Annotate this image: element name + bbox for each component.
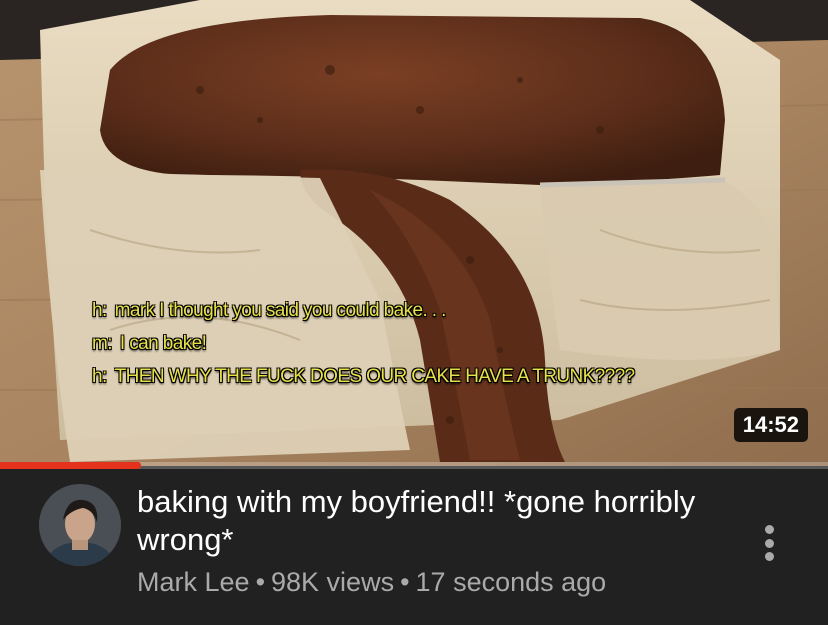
video-metadata: Mark Lee • 98K views • 17 seconds ago — [137, 567, 606, 598]
meta-separator: • — [255, 567, 266, 597]
caption-overlay: h: mark I thought you said you could bake… — [0, 0, 828, 466]
video-title[interactable]: baking with my boyfriend!! *gone horribl… — [137, 483, 697, 559]
duration-badge: 14:52 — [733, 408, 808, 442]
caption-line-1: h: mark I thought you said you could bake… — [92, 300, 446, 322]
caption-line-3: h: THEN WHY THE FUCK DOES OUR CAKE HAVE A… — [92, 366, 635, 388]
video-info[interactable]: baking with my boyfriend!! *gone horribl… — [0, 469, 828, 625]
watch-progress-fill — [0, 462, 141, 469]
caption-line-2: m: I can bake! — [92, 333, 207, 355]
channel-name[interactable]: Mark Lee — [137, 567, 250, 597]
caption-text: mark I thought you said you could bake. … — [114, 300, 447, 321]
upload-age: 17 seconds ago — [415, 567, 607, 597]
more-vert-icon[interactable] — [752, 521, 786, 565]
meta-separator: • — [400, 567, 410, 597]
caption-speaker: h: — [92, 366, 107, 387]
caption-speaker: h: — [92, 300, 107, 321]
watch-progress-bar — [0, 462, 828, 469]
video-thumbnail[interactable]: h: mark I thought you said you could bake… — [0, 0, 828, 466]
caption-text: THEN WHY THE FUCK DOES OUR CAKE HAVE A T… — [114, 366, 635, 387]
more-dot — [764, 552, 774, 561]
view-count: 98K views — [271, 567, 395, 597]
caption-text: I can bake! — [119, 333, 207, 354]
caption-speaker: m: — [92, 333, 113, 354]
more-dot — [764, 538, 774, 548]
more-dot — [764, 525, 774, 534]
channel-avatar[interactable] — [39, 484, 121, 566]
